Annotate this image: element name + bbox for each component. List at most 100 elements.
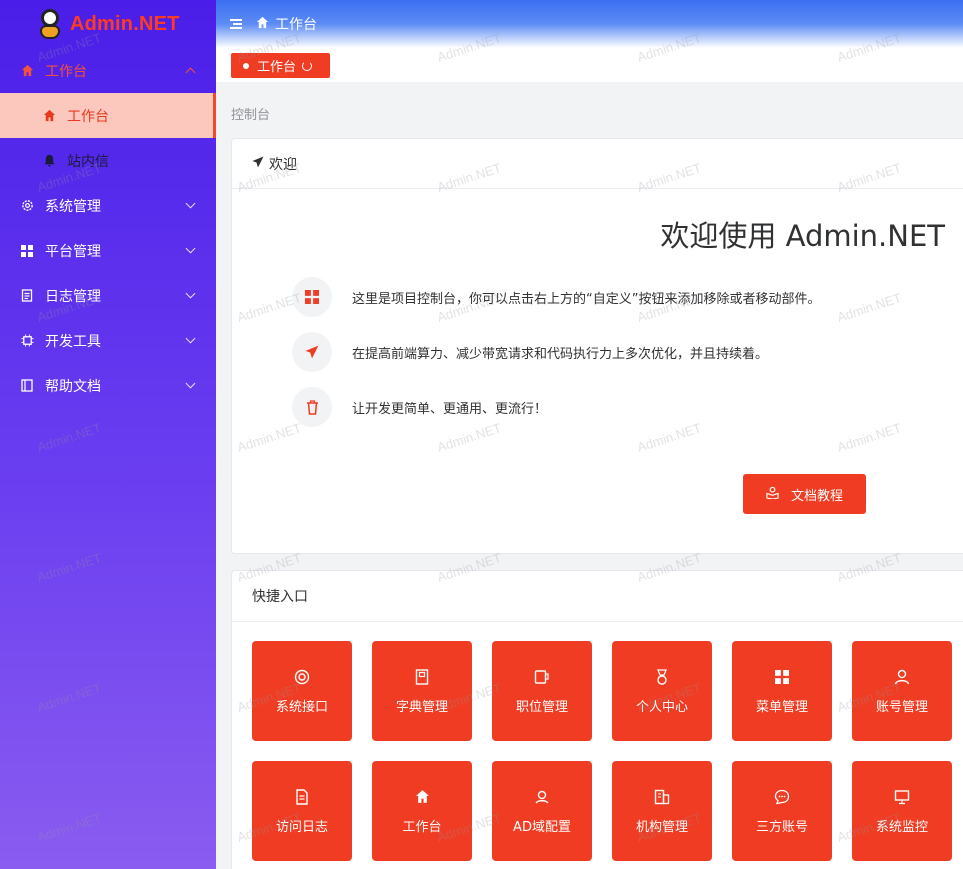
shortcut-tile[interactable]: 字典管理 (372, 641, 472, 741)
docs-tutorial-label: 文档教程 (790, 488, 843, 504)
chevron-down-icon (185, 378, 196, 389)
chat-icon (773, 788, 791, 806)
sidebar-item-label: 系统管理 (45, 198, 101, 215)
shortcut-label: 系统接口 (275, 699, 328, 715)
sidebar-item-system[interactable]: 系统管理 (0, 183, 216, 228)
shortcut-tile[interactable]: 工作台 (372, 761, 472, 861)
home-icon (413, 788, 431, 806)
shortcut-tile[interactable]: 三方账号 (732, 761, 832, 861)
sidebar-item-label: 开发工具 (45, 333, 101, 350)
reading-icon (766, 486, 779, 503)
trash-icon (292, 387, 332, 427)
page-section-title: 控制台 (231, 108, 271, 123)
shortcut-label: 三方账号 (755, 819, 808, 835)
shortcut-tile[interactable]: 机构管理 (612, 761, 712, 861)
sidebar-item-logs[interactable]: 日志管理 (0, 273, 216, 318)
shortcut-label: 机构管理 (635, 819, 688, 835)
breadcrumb: 工作台 (256, 14, 317, 34)
bell-icon (42, 154, 56, 168)
shortcut-tile[interactable]: AD域配置 (492, 761, 592, 861)
monitor-icon (893, 788, 911, 806)
tip-item: 在提高前端算力、减少带宽请求和代码执行力上多次优化，并且持续着。 (292, 332, 768, 372)
chevron-down-icon (185, 198, 196, 209)
tags-bar: 工作台 (216, 48, 963, 82)
refresh-icon[interactable] (302, 60, 313, 71)
home-icon (42, 109, 56, 123)
sidebar-item-devtools[interactable]: 开发工具 (0, 318, 216, 363)
send-icon (292, 332, 332, 372)
shortcut-tile[interactable]: 菜单管理 (732, 641, 832, 741)
welcome-card: 欢迎 欢迎使用 Admin.NET 这里是项目控制台，你可以点击右上方的“自定义… (231, 138, 963, 554)
welcome-card-title: 欢迎 (269, 156, 297, 173)
home-icon (256, 16, 269, 33)
docs-tutorial-button[interactable]: 文档教程 (743, 474, 866, 514)
shortcuts-card-title: 快捷入口 (252, 589, 308, 605)
grid-icon (20, 244, 34, 258)
shortcuts-card: 快捷入口 系统接口 字典管理 职位管理 个人中心 菜单管理 账号管理 访问日志 … (231, 570, 963, 869)
menu-toggle-icon[interactable] (230, 19, 242, 29)
tag-workbench[interactable]: 工作台 (231, 53, 330, 78)
tip-text: 在提高前端算力、减少带宽请求和代码执行力上多次优化，并且持续着。 (352, 346, 769, 362)
breadcrumb-item[interactable]: 工作台 (275, 14, 317, 34)
tag-label: 工作台 (257, 60, 297, 75)
shortcut-tile[interactable]: 系统监控 (852, 761, 952, 861)
tip-item: 这里是项目控制台，你可以点击右上方的“自定义”按钮来添加移除或者移动部件。 (292, 277, 820, 317)
document-icon (20, 289, 34, 303)
gear-icon (20, 199, 34, 213)
logo-mascot-icon (38, 9, 62, 39)
shortcut-tile[interactable]: 访问日志 (252, 761, 352, 861)
sidebar-subitem-label: 站内信 (67, 153, 109, 170)
shortcut-label: 职位管理 (515, 699, 568, 715)
tip-text: 这里是项目控制台，你可以点击右上方的“自定义”按钮来添加移除或者移动部件。 (352, 291, 821, 307)
shortcut-label: 字典管理 (395, 699, 448, 715)
shortcut-label: AD域配置 (513, 819, 571, 835)
shortcut-tile[interactable]: 职位管理 (492, 641, 592, 741)
sidebar-item-label: 帮助文档 (45, 378, 101, 395)
sidebar-item-help[interactable]: 帮助文档 (0, 363, 216, 408)
medal-icon (653, 668, 671, 686)
home-icon (20, 64, 34, 78)
cup-icon (533, 668, 551, 686)
sidebar-item-platform[interactable]: 平台管理 (0, 228, 216, 273)
shortcut-label: 菜单管理 (755, 699, 808, 715)
sidebar-item-label: 工作台 (45, 63, 87, 80)
tip-item: 让开发更简单、更通用、更流行！ (292, 387, 547, 427)
welcome-heading: 欢迎使用 Admin.NET (660, 219, 945, 253)
tip-text: 让开发更简单、更通用、更流行！ (352, 401, 548, 417)
sidebar: Admin.NET 工作台 工作台 站内信 系统管理 平台管理 日志管理 开发工… (0, 0, 216, 869)
sidebar-item-label: 平台管理 (45, 243, 101, 260)
sidebar-item-workbench[interactable]: 工作台 (0, 48, 216, 93)
office-building-icon (653, 788, 671, 806)
send-icon (252, 156, 264, 172)
chip-icon (20, 334, 34, 348)
sidebar-subitem-label: 工作台 (67, 108, 109, 125)
active-dot-icon (243, 62, 249, 69)
chevron-down-icon (185, 288, 196, 299)
sidebar-subitem-workbench[interactable]: 工作台 (0, 93, 216, 138)
shortcut-label: 工作台 (402, 819, 442, 835)
notebook-icon (413, 668, 431, 686)
shortcut-tile[interactable]: 账号管理 (852, 641, 952, 741)
welcome-card-header: 欢迎 (232, 139, 963, 189)
shortcut-label: 系统监控 (875, 819, 928, 835)
shortcuts-card-header: 快捷入口 (232, 571, 963, 622)
shortcut-label: 账号管理 (875, 699, 928, 715)
shortcut-tile[interactable]: 系统接口 (252, 641, 352, 741)
location-icon (533, 788, 551, 806)
sidebar-subitem-messages[interactable]: 站内信 (0, 138, 216, 183)
user-icon (893, 668, 911, 686)
document-icon (293, 788, 311, 806)
lifebuoy-icon (293, 668, 311, 686)
app-title: Admin.NET (70, 12, 180, 35)
chevron-down-icon (185, 333, 196, 344)
shortcut-label: 访问日志 (275, 819, 328, 835)
book-icon (20, 379, 34, 393)
shortcut-tile[interactable]: 个人中心 (612, 641, 712, 741)
shortcut-label: 个人中心 (635, 699, 688, 715)
grid-icon (773, 668, 791, 686)
logo[interactable]: Admin.NET (0, 0, 216, 48)
chevron-down-icon (185, 243, 196, 254)
sidebar-item-label: 日志管理 (45, 288, 101, 305)
chevron-up-icon (185, 67, 196, 78)
grid-icon (292, 277, 332, 317)
